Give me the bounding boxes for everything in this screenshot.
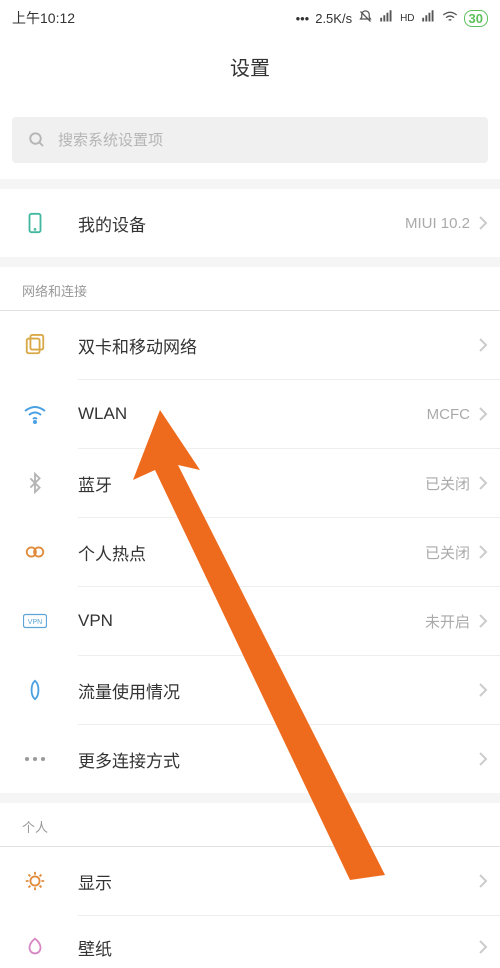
settings-my-device[interactable]: 我的设备 MIUI 10.2 [0, 189, 500, 257]
settings-wallpaper[interactable]: 壁纸 [0, 916, 500, 968]
status-dots: ••• [296, 11, 310, 26]
chevron-right-icon [478, 873, 488, 889]
row-label: 双卡和移动网络 [78, 333, 478, 358]
chevron-right-icon [478, 337, 488, 353]
chevron-right-icon [478, 613, 488, 629]
chevron-right-icon [478, 475, 488, 491]
settings-data-usage[interactable]: 流量使用情况 [0, 656, 500, 724]
row-value: MIUI 10.2 [405, 215, 470, 232]
bluetooth-icon [22, 470, 48, 496]
status-speed: 2.5K/s [315, 11, 352, 26]
row-label: 壁纸 [78, 935, 478, 960]
vpn-icon: VPN [22, 608, 48, 634]
status-time: 上午10:12 [12, 8, 75, 28]
search-input[interactable] [12, 117, 488, 163]
row-value: MCFC [427, 406, 470, 423]
section-network-title: 网络和连接 [0, 267, 500, 310]
chevron-right-icon [478, 544, 488, 560]
section-personal-title: 个人 [0, 803, 500, 846]
settings-wlan[interactable]: WLAN MCFC [0, 380, 500, 448]
chevron-right-icon [478, 682, 488, 698]
settings-dual-sim[interactable]: 双卡和移动网络 [0, 311, 500, 379]
settings-more-connections[interactable]: 更多连接方式 [0, 725, 500, 793]
hotspot-icon [22, 539, 48, 565]
settings-bluetooth[interactable]: 蓝牙 已关闭 [0, 449, 500, 517]
row-label: 显示 [78, 869, 478, 894]
data-icon [22, 677, 48, 703]
row-label: 蓝牙 [78, 471, 425, 496]
page-title: 设置 [0, 36, 500, 101]
row-label: 更多连接方式 [78, 747, 478, 772]
settings-vpn[interactable]: VPN VPN 未开启 [0, 587, 500, 655]
chevron-right-icon [478, 939, 488, 955]
row-label: WLAN [78, 404, 427, 424]
signal-icon-2 [421, 9, 436, 27]
chevron-right-icon [478, 406, 488, 422]
row-label: 我的设备 [78, 211, 405, 236]
settings-hotspot[interactable]: 个人热点 已关闭 [0, 518, 500, 586]
wallpaper-icon [22, 934, 48, 960]
search-icon [28, 131, 46, 149]
row-label: VPN [78, 611, 425, 631]
row-value: 已关闭 [425, 542, 470, 563]
row-label: 流量使用情况 [78, 678, 478, 703]
more-icon [22, 746, 48, 772]
chevron-right-icon [478, 215, 488, 231]
sim-icon [22, 332, 48, 358]
chevron-right-icon [478, 751, 488, 767]
status-right: ••• 2.5K/s HD 30 [296, 9, 488, 28]
phone-icon [22, 210, 48, 236]
settings-display[interactable]: 显示 [0, 847, 500, 915]
search-field[interactable] [58, 132, 472, 149]
hd-label: HD [400, 13, 414, 24]
wifi-icon [442, 9, 458, 28]
row-value: 未开启 [425, 611, 470, 632]
dnd-icon [358, 9, 373, 27]
row-label: 个人热点 [78, 540, 425, 565]
display-icon [22, 868, 48, 894]
status-bar: 上午10:12 ••• 2.5K/s HD 30 [0, 0, 500, 36]
svg-text:VPN: VPN [28, 619, 42, 626]
battery-icon: 30 [464, 10, 488, 27]
wifi-icon [22, 401, 48, 427]
signal-icon [379, 9, 394, 27]
row-value: 已关闭 [425, 473, 470, 494]
